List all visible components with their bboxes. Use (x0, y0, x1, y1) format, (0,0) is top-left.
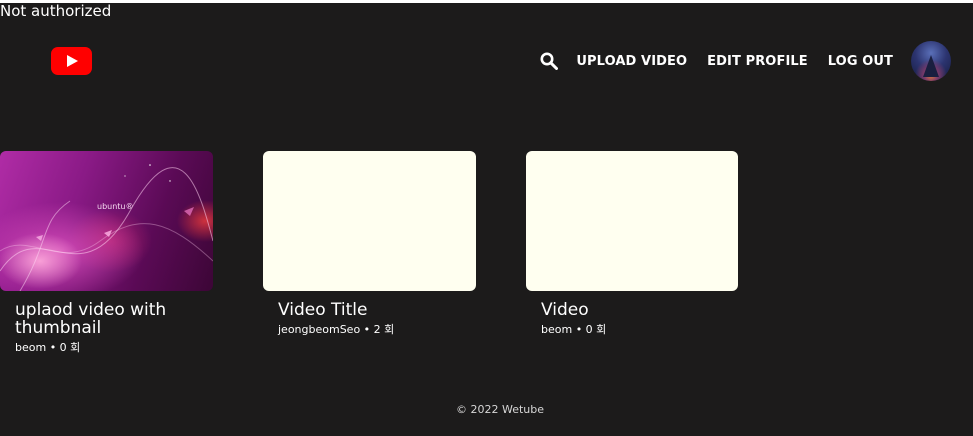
footer-copyright: © 2022 Wetube (455, 403, 545, 416)
edit-profile-link[interactable]: EDIT PROFILE (707, 54, 808, 69)
video-card[interactable]: Video beom • 0 회 (526, 151, 739, 337)
video-meta: jeongbeomSeo • 2 회 (278, 323, 395, 336)
log-out-link[interactable]: LOG OUT (828, 54, 893, 69)
video-card[interactable]: Video Title jeongbeomSeo • 2 회 (263, 151, 476, 337)
flash-message: Not authorized (0, 2, 112, 20)
video-meta: beom • 0 회 (541, 323, 607, 336)
avatar[interactable] (911, 41, 951, 81)
video-thumbnail[interactable] (263, 151, 476, 291)
search-icon[interactable] (540, 52, 559, 70)
video-thumbnail[interactable] (526, 151, 738, 291)
video-card[interactable]: ubuntu® uplaod video with thumbnail beom… (0, 151, 213, 355)
footer: © 2022 Wetube (0, 403, 973, 416)
video-thumbnail[interactable]: ubuntu® (0, 151, 213, 291)
video-title[interactable]: Video (541, 301, 731, 319)
youtube-logo-icon[interactable] (51, 47, 92, 75)
main-nav: UPLOAD VIDEO EDIT PROFILE LOG OUT (540, 40, 951, 82)
upload-video-link[interactable]: UPLOAD VIDEO (576, 54, 687, 69)
video-meta: beom • 0 회 (15, 341, 81, 354)
video-title[interactable]: uplaod video with thumbnail (15, 301, 205, 337)
header: UPLOAD VIDEO EDIT PROFILE LOG OUT (0, 40, 973, 82)
video-title[interactable]: Video Title (278, 301, 468, 319)
thumbnail-text: ubuntu® (97, 202, 134, 211)
